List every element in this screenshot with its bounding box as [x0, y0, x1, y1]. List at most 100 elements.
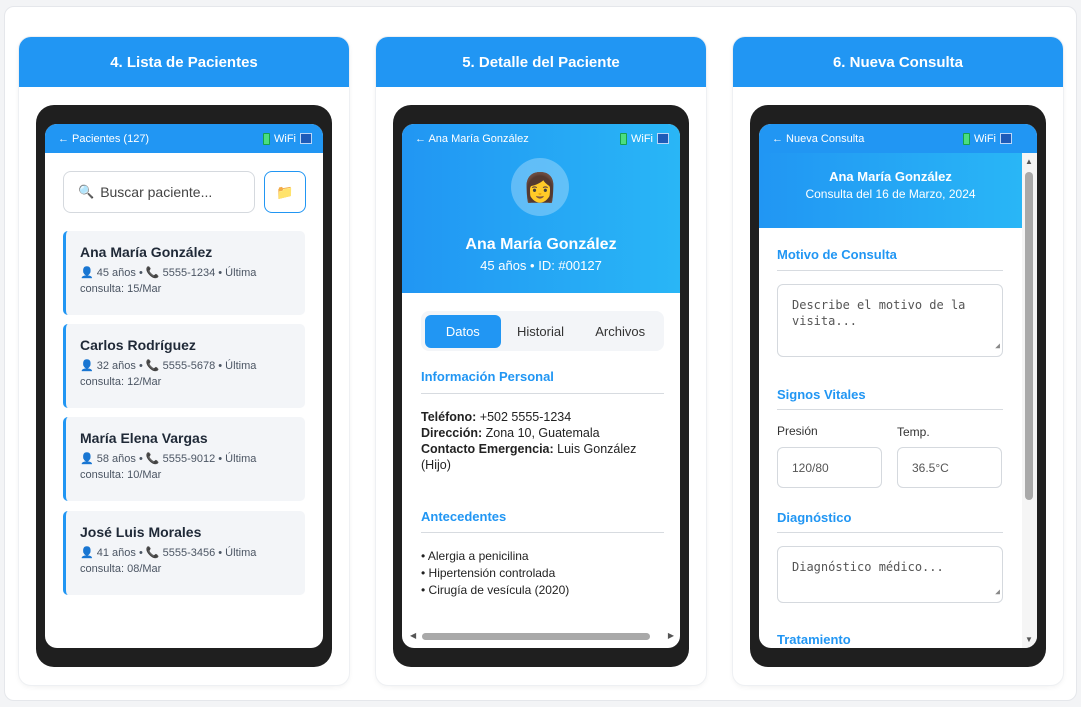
- section-title: Motivo de Consulta: [777, 247, 897, 262]
- history-list: • Alergia a penicilina • Hipertensión co…: [421, 548, 569, 599]
- patient-card[interactable]: José Luis Morales 👤 41 años • 📞 5555-345…: [63, 511, 305, 595]
- column-patient-detail: 5. Detalle del Paciente ← Ana María Gonz…: [376, 37, 706, 685]
- column-title: 5. Detalle del Paciente: [376, 37, 706, 87]
- horizontal-scrollbar[interactable]: ◀ ▶: [410, 629, 674, 642]
- battery-icon: [263, 132, 270, 145]
- diagnosis-textarea[interactable]: Diagnóstico médico... ◢: [777, 546, 1003, 603]
- scroll-left-icon[interactable]: ◀: [410, 631, 416, 640]
- phone-screen: ← Nueva Consulta WiFi Ana María González…: [759, 124, 1037, 648]
- status-indicators: WiFi: [620, 132, 669, 145]
- patient-card[interactable]: Ana María González 👤 45 años • 📞 5555-12…: [63, 231, 305, 315]
- reason-placeholder: Describe el motivo de la visita...: [792, 298, 966, 328]
- vertical-scrollbar[interactable]: ▲ ▼: [1022, 153, 1037, 648]
- tab-bar: Datos Historial Archivos: [421, 311, 664, 351]
- section-title: Tratamiento: [777, 632, 851, 647]
- column-title: 6. Nueva Consulta: [733, 37, 1063, 87]
- temp-label: Temp.: [897, 425, 930, 439]
- wifi-label: WiFi: [274, 132, 296, 145]
- temp-input[interactable]: 36.5°C: [897, 447, 1002, 488]
- status-bar: ← Ana María González WiFi: [402, 124, 680, 153]
- back-title-button[interactable]: ← Ana María González: [415, 133, 529, 145]
- patient-subtitle: 45 años • ID: #00127: [480, 258, 602, 273]
- status-indicators: WiFi: [263, 132, 312, 145]
- resize-handle-icon[interactable]: ◢: [995, 584, 1000, 600]
- section-title: Información Personal: [421, 369, 554, 384]
- search-icon: 🔍: [78, 184, 95, 199]
- temp-value: 36.5°C: [912, 461, 949, 475]
- section-divider: [777, 270, 1003, 271]
- section-divider: [777, 409, 1003, 410]
- reason-textarea[interactable]: Describe el motivo de la visita... ◢: [777, 284, 1003, 357]
- back-title-button[interactable]: ← Pacientes (127): [58, 133, 149, 145]
- battery-icon: [963, 132, 970, 145]
- folder-button[interactable]: 📁: [264, 171, 306, 213]
- phone-label: Teléfono:: [421, 410, 477, 424]
- resize-handle-icon[interactable]: ◢: [995, 338, 1000, 354]
- patient-name: Carlos Rodríguez: [80, 337, 196, 353]
- section-title: Antecedentes: [421, 509, 507, 524]
- address-label: Dirección:: [421, 426, 483, 440]
- woman-avatar-icon: 👩: [522, 171, 558, 203]
- phone-mockup: ← Pacientes (127) WiFi 🔍 Buscar paciente…: [36, 105, 332, 667]
- avatar: 👩: [511, 158, 569, 216]
- app-frame: 4. Lista de Pacientes ← Pacientes (127) …: [4, 6, 1077, 701]
- consultation-hero: Ana María González Consulta del 16 de Ma…: [759, 153, 1022, 228]
- consultation-date: Consulta del 16 de Marzo, 2024: [805, 187, 976, 201]
- scroll-right-icon[interactable]: ▶: [668, 631, 674, 640]
- battery-icon: [620, 132, 627, 145]
- pressure-label: Presión: [777, 424, 818, 438]
- patient-meta: 👤 32 años • 📞 5555-5678 • Última consult…: [80, 360, 257, 388]
- list-item: • Cirugía de vesícula (2020): [421, 583, 570, 597]
- patient-name: José Luis Morales: [80, 524, 202, 540]
- wifi-label: WiFi: [631, 132, 653, 145]
- patient-name: Ana María González: [80, 244, 213, 260]
- scrollbar-thumb[interactable]: [1025, 172, 1033, 500]
- phone-screen: ← Ana María González WiFi 👩 Ana María Go…: [402, 124, 680, 648]
- folder-icon: 📁: [276, 183, 294, 200]
- list-item: • Alergia a penicilina: [421, 549, 529, 563]
- phone-value: +502 5555-1234: [476, 410, 572, 424]
- emergency-label: Contacto Emergencia:: [421, 442, 554, 456]
- section-divider: [421, 393, 664, 394]
- patient-name: Ana María González: [465, 236, 617, 253]
- scroll-up-icon[interactable]: ▲: [1025, 157, 1033, 166]
- status-bar: ← Nueva Consulta WiFi: [759, 124, 1037, 153]
- scrollbar-thumb[interactable]: [422, 633, 650, 640]
- patient-card[interactable]: María Elena Vargas 👤 58 años • 📞 5555-90…: [63, 417, 305, 501]
- tab-datos[interactable]: Datos: [425, 314, 501, 348]
- personal-info: Teléfono: +502 5555-1234 Dirección: Zona…: [421, 409, 667, 473]
- patient-name: Ana María González: [829, 169, 952, 184]
- signal-icon: [1000, 133, 1012, 144]
- column-patient-list: 4. Lista de Pacientes ← Pacientes (127) …: [19, 37, 349, 685]
- tab-historial[interactable]: Historial: [501, 315, 581, 348]
- patient-meta: 👤 58 años • 📞 5555-9012 • Última consult…: [80, 453, 257, 481]
- signal-icon: [657, 133, 669, 144]
- section-divider: [777, 532, 1003, 533]
- tab-archivos[interactable]: Archivos: [580, 315, 660, 348]
- section-title: Signos Vitales: [777, 387, 866, 402]
- diagnosis-placeholder: Diagnóstico médico...: [792, 560, 944, 574]
- search-input[interactable]: 🔍 Buscar paciente...: [63, 171, 255, 213]
- signal-icon: [300, 133, 312, 144]
- section-divider: [421, 532, 664, 533]
- pressure-value: 120/80: [792, 461, 829, 475]
- list-item: • Hipertensión controlada: [421, 566, 556, 580]
- status-bar: ← Pacientes (127) WiFi: [45, 124, 323, 153]
- pressure-input[interactable]: 120/80: [777, 447, 882, 488]
- patient-hero: ← Ana María González WiFi 👩 Ana María Go…: [402, 124, 680, 293]
- phone-mockup: ← Ana María González WiFi 👩 Ana María Go…: [393, 105, 689, 667]
- column-title: 4. Lista de Pacientes: [19, 37, 349, 87]
- patient-meta: 👤 41 años • 📞 5555-3456 • Última consult…: [80, 547, 257, 575]
- back-title-button[interactable]: ← Nueva Consulta: [772, 133, 864, 145]
- section-title: Diagnóstico: [777, 510, 852, 525]
- phone-screen: ← Pacientes (127) WiFi 🔍 Buscar paciente…: [45, 124, 323, 648]
- patient-card[interactable]: Carlos Rodríguez 👤 32 años • 📞 5555-5678…: [63, 324, 305, 408]
- column-new-consultation: 6. Nueva Consulta ← Nueva Consulta WiFi …: [733, 37, 1063, 685]
- address-value: Zona 10, Guatemala: [482, 426, 600, 440]
- wifi-label: WiFi: [974, 132, 996, 145]
- patient-meta: 👤 45 años • 📞 5555-1234 • Última consult…: [80, 267, 257, 295]
- search-placeholder: Buscar paciente...: [100, 184, 213, 200]
- patient-name: María Elena Vargas: [80, 430, 208, 446]
- status-indicators: WiFi: [963, 132, 1012, 145]
- scroll-down-icon[interactable]: ▼: [1025, 635, 1033, 644]
